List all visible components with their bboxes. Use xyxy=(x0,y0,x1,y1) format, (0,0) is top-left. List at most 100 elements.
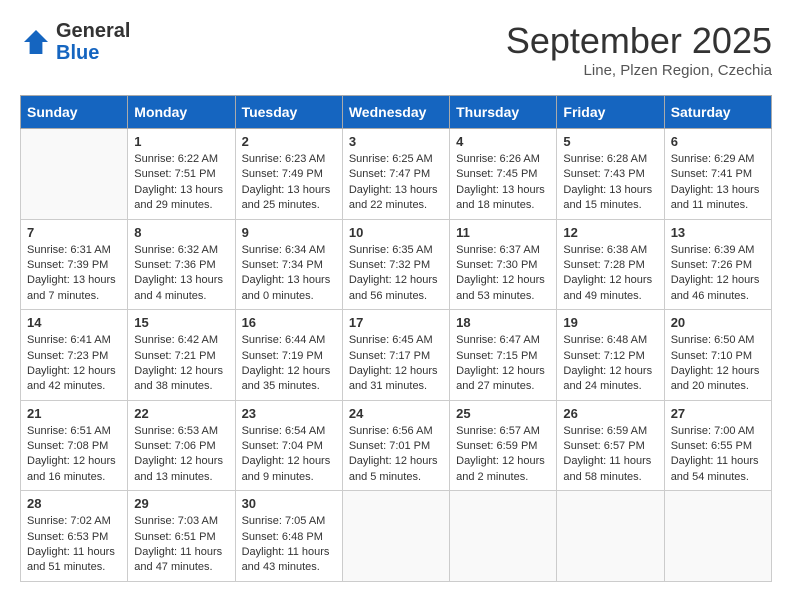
cell-details: Sunrise: 6:26 AMSunset: 7:45 PMDaylight:… xyxy=(456,152,550,214)
cell-details: Sunrise: 6:32 AMSunset: 7:36 PMDaylight:… xyxy=(134,243,228,305)
logo-blue-text: Blue xyxy=(56,42,130,64)
day-number: 27 xyxy=(671,406,765,421)
cell-details: Sunrise: 6:25 AMSunset: 7:47 PMDaylight:… xyxy=(349,152,443,214)
cell-details: Sunrise: 6:28 AMSunset: 7:43 PMDaylight:… xyxy=(563,152,657,214)
day-number: 5 xyxy=(563,134,657,149)
day-header-thursday: Thursday xyxy=(450,96,557,129)
location-text: Line, Plzen Region, Czechia xyxy=(506,62,772,79)
calendar-cell: 4 Sunrise: 6:26 AMSunset: 7:45 PMDaylight… xyxy=(450,129,557,220)
calendar-cell: 16Sunrise: 6:44 AMSunset: 7:19 PMDayligh… xyxy=(235,310,342,401)
cell-details: Sunrise: 6:37 AMSunset: 7:30 PMDaylight:… xyxy=(456,243,550,305)
calendar-cell: 30 Sunrise: 7:05 AMSunset: 6:48 PMDayligh… xyxy=(235,491,342,582)
day-number: 25 xyxy=(456,406,550,421)
day-number: 6 xyxy=(671,134,765,149)
day-number: 23 xyxy=(242,406,336,421)
calendar-cell: 2 Sunrise: 6:23 AMSunset: 7:49 PMDaylight… xyxy=(235,129,342,220)
calendar-cell: 13 Sunrise: 6:39 AMSunset: 7:26 PMDayligh… xyxy=(664,219,771,310)
cell-details: Sunrise: 6:35 AMSunset: 7:32 PMDaylight:… xyxy=(349,243,443,305)
calendar-cell: 19 Sunrise: 6:48 AMSunset: 7:12 PMDayligh… xyxy=(557,310,664,401)
cell-details: Sunrise: 7:00 AMSunset: 6:55 PMDaylight:… xyxy=(671,424,765,486)
day-header-saturday: Saturday xyxy=(664,96,771,129)
calendar-cell: 24Sunrise: 6:56 AMSunset: 7:01 PMDayligh… xyxy=(342,400,449,491)
month-title: September 2025 xyxy=(506,20,772,62)
calendar-cell: 23 Sunrise: 6:54 AMSunset: 7:04 PMDayligh… xyxy=(235,400,342,491)
day-number: 10 xyxy=(349,225,443,240)
title-area: September 2025 Line, Plzen Region, Czech… xyxy=(506,20,772,79)
calendar-cell: 27 Sunrise: 7:00 AMSunset: 6:55 PMDayligh… xyxy=(664,400,771,491)
calendar-table: SundayMondayTuesdayWednesdayThursdayFrid… xyxy=(20,95,772,582)
day-number: 7 xyxy=(27,225,121,240)
calendar-cell: 20 Sunrise: 6:50 AMSunset: 7:10 PMDayligh… xyxy=(664,310,771,401)
calendar-cell: 18 Sunrise: 6:47 AMSunset: 7:15 PMDayligh… xyxy=(450,310,557,401)
cell-details: Sunrise: 6:47 AMSunset: 7:15 PMDaylight:… xyxy=(456,333,550,395)
calendar-cell: 21 Sunrise: 6:51 AMSunset: 7:08 PMDayligh… xyxy=(21,400,128,491)
calendar-cell xyxy=(664,491,771,582)
calendar-cell: 22 Sunrise: 6:53 AMSunset: 7:06 PMDayligh… xyxy=(128,400,235,491)
day-number: 15 xyxy=(134,315,228,330)
calendar-cell: 6 Sunrise: 6:29 AMSunset: 7:41 PMDaylight… xyxy=(664,129,771,220)
calendar-cell: 17 Sunrise: 6:45 AMSunset: 7:17 PMDayligh… xyxy=(342,310,449,401)
calendar-week-row: 14Sunrise: 6:41 AMSunset: 7:23 PMDayligh… xyxy=(21,310,772,401)
day-number: 24 xyxy=(349,406,443,421)
cell-details: Sunrise: 7:02 AMSunset: 6:53 PMDaylight:… xyxy=(27,514,121,576)
calendar-cell: 12 Sunrise: 6:38 AMSunset: 7:28 PMDayligh… xyxy=(557,219,664,310)
cell-details: Sunrise: 6:54 AMSunset: 7:04 PMDaylight:… xyxy=(242,424,336,486)
day-number: 28 xyxy=(27,496,121,511)
calendar-cell: 8 Sunrise: 6:32 AMSunset: 7:36 PMDaylight… xyxy=(128,219,235,310)
day-number: 26 xyxy=(563,406,657,421)
calendar-cell: 3Sunrise: 6:25 AMSunset: 7:47 PMDaylight… xyxy=(342,129,449,220)
day-number: 18 xyxy=(456,315,550,330)
calendar-week-row: 7Sunrise: 6:31 AMSunset: 7:39 PMDaylight… xyxy=(21,219,772,310)
calendar-cell xyxy=(557,491,664,582)
calendar-week-row: 1 Sunrise: 6:22 AMSunset: 7:51 PMDaylight… xyxy=(21,129,772,220)
day-number: 21 xyxy=(27,406,121,421)
cell-details: Sunrise: 6:57 AMSunset: 6:59 PMDaylight:… xyxy=(456,424,550,486)
day-number: 20 xyxy=(671,315,765,330)
calendar-cell: 10 Sunrise: 6:35 AMSunset: 7:32 PMDayligh… xyxy=(342,219,449,310)
day-header-friday: Friday xyxy=(557,96,664,129)
calendar-cell: 25 Sunrise: 6:57 AMSunset: 6:59 PMDayligh… xyxy=(450,400,557,491)
day-header-monday: Monday xyxy=(128,96,235,129)
day-number: 29 xyxy=(134,496,228,511)
cell-details: Sunrise: 6:38 AMSunset: 7:28 PMDaylight:… xyxy=(563,243,657,305)
cell-details: Sunrise: 6:39 AMSunset: 7:26 PMDaylight:… xyxy=(671,243,765,305)
calendar-cell: 7Sunrise: 6:31 AMSunset: 7:39 PMDaylight… xyxy=(21,219,128,310)
calendar-cell xyxy=(450,491,557,582)
cell-details: Sunrise: 6:41 AMSunset: 7:23 PMDaylight:… xyxy=(27,333,121,395)
cell-details: Sunrise: 6:42 AMSunset: 7:21 PMDaylight:… xyxy=(134,333,228,395)
cell-details: Sunrise: 6:53 AMSunset: 7:06 PMDaylight:… xyxy=(134,424,228,486)
day-number: 12 xyxy=(563,225,657,240)
cell-details: Sunrise: 6:45 AMSunset: 7:17 PMDaylight:… xyxy=(349,333,443,395)
page-header: General Blue September 2025 Line, Plzen … xyxy=(20,20,772,79)
calendar-cell xyxy=(21,129,128,220)
calendar-cell: 14Sunrise: 6:41 AMSunset: 7:23 PMDayligh… xyxy=(21,310,128,401)
day-number: 17 xyxy=(349,315,443,330)
day-number: 19 xyxy=(563,315,657,330)
calendar-week-row: 28 Sunrise: 7:02 AMSunset: 6:53 PMDayligh… xyxy=(21,491,772,582)
day-number: 1 xyxy=(134,134,228,149)
day-number: 8 xyxy=(134,225,228,240)
cell-details: Sunrise: 7:03 AMSunset: 6:51 PMDaylight:… xyxy=(134,514,228,576)
calendar-cell: 1 Sunrise: 6:22 AMSunset: 7:51 PMDaylight… xyxy=(128,129,235,220)
logo: General Blue xyxy=(20,20,130,64)
day-number: 30 xyxy=(242,496,336,511)
cell-details: Sunrise: 6:51 AMSunset: 7:08 PMDaylight:… xyxy=(27,424,121,486)
cell-details: Sunrise: 6:59 AMSunset: 6:57 PMDaylight:… xyxy=(563,424,657,486)
day-number: 4 xyxy=(456,134,550,149)
cell-details: Sunrise: 6:23 AMSunset: 7:49 PMDaylight:… xyxy=(242,152,336,214)
day-header-sunday: Sunday xyxy=(21,96,128,129)
calendar-cell: 11Sunrise: 6:37 AMSunset: 7:30 PMDayligh… xyxy=(450,219,557,310)
day-number: 22 xyxy=(134,406,228,421)
cell-details: Sunrise: 6:48 AMSunset: 7:12 PMDaylight:… xyxy=(563,333,657,395)
calendar-cell: 9Sunrise: 6:34 AMSunset: 7:34 PMDaylight… xyxy=(235,219,342,310)
day-number: 13 xyxy=(671,225,765,240)
day-number: 2 xyxy=(242,134,336,149)
calendar-cell: 29 Sunrise: 7:03 AMSunset: 6:51 PMDayligh… xyxy=(128,491,235,582)
calendar-cell: 28 Sunrise: 7:02 AMSunset: 6:53 PMDayligh… xyxy=(21,491,128,582)
cell-details: Sunrise: 6:50 AMSunset: 7:10 PMDaylight:… xyxy=(671,333,765,395)
cell-details: Sunrise: 7:05 AMSunset: 6:48 PMDaylight:… xyxy=(242,514,336,576)
calendar-cell: 5 Sunrise: 6:28 AMSunset: 7:43 PMDaylight… xyxy=(557,129,664,220)
cell-details: Sunrise: 6:22 AMSunset: 7:51 PMDaylight:… xyxy=(134,152,228,214)
cell-details: Sunrise: 6:29 AMSunset: 7:41 PMDaylight:… xyxy=(671,152,765,214)
calendar-cell: 26 Sunrise: 6:59 AMSunset: 6:57 PMDayligh… xyxy=(557,400,664,491)
